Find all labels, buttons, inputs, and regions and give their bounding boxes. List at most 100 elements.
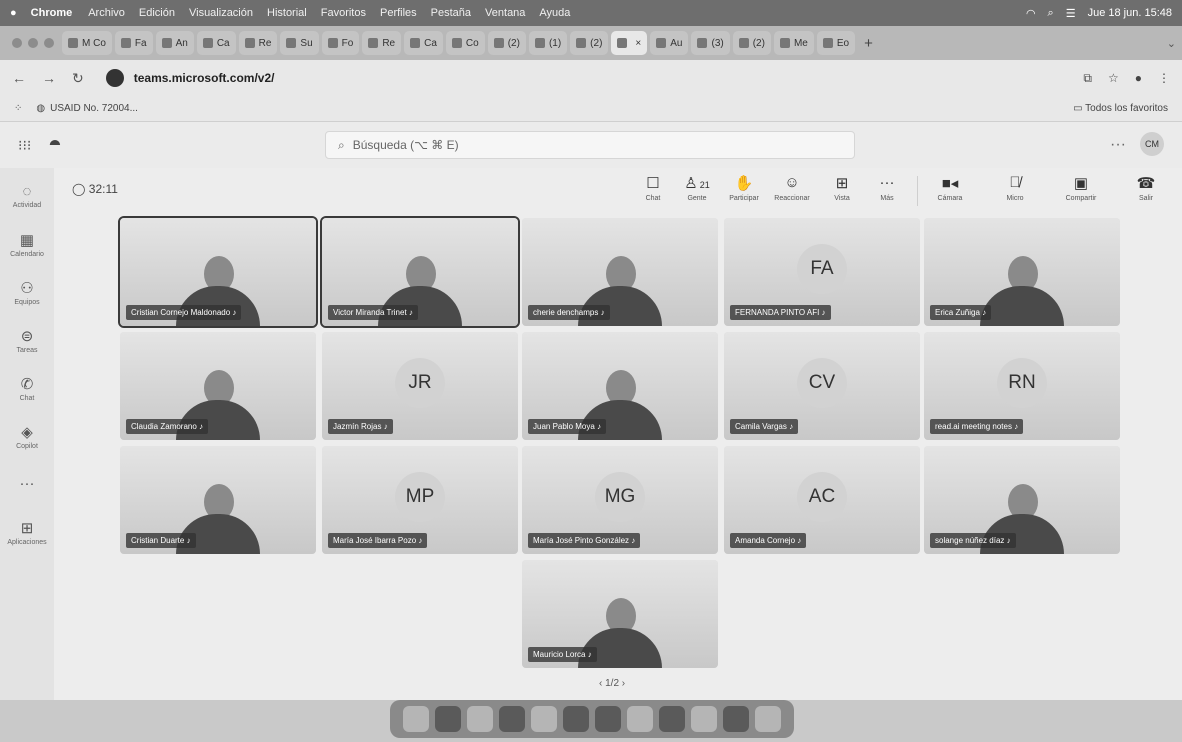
tab[interactable]: Su [280,31,319,55]
back-icon[interactable]: ← [12,70,26,86]
mic-button[interactable]: 🎙̸ Micro [989,174,1041,202]
menu-perfiles[interactable]: Perfiles [380,7,417,19]
trash-icon[interactable] [755,706,781,732]
rail-item-5[interactable]: ✆ Chat [0,364,54,412]
more-options-icon[interactable]: ··· [1110,136,1126,154]
people-button[interactable]: ♙ 21 Gente [671,174,723,202]
forward-icon[interactable]: → [42,70,56,86]
menu-historial[interactable]: Historial [267,7,307,19]
tab[interactable]: (2) [570,31,609,55]
chrome-icon[interactable] [499,706,525,732]
menu-ventana[interactable]: Ventana [485,7,525,19]
tab[interactable]: (2) [732,31,771,55]
app-icon[interactable] [723,706,749,732]
tab[interactable]: Fa [114,31,153,55]
app-launcher-icon[interactable]: ⁝⁝⁝ [18,137,31,154]
new-tab-button[interactable]: + [864,35,873,52]
tab-active[interactable]: × [611,31,648,55]
participant-tile[interactable]: RN read.ai meeting notes ♪ [924,332,1120,440]
participant-tile[interactable]: FA FERNANDA PINTO AFI ♪ [724,218,920,326]
react-button[interactable]: ☺ Reaccionar [766,174,818,202]
rail-item-4[interactable]: ⊜ Tareas [0,316,54,364]
raise-hand-button[interactable]: ✋ Participar [718,174,770,202]
install-app-icon[interactable]: ⧉ [1083,71,1092,86]
participant-tile[interactable]: JR Jazmín Rojas ♪ [322,332,518,440]
search-input[interactable]: ⌕ Búsqueda (⌥ ⌘ E) [325,131,855,159]
app-icon[interactable] [595,706,621,732]
all-bookmarks[interactable]: ▭ Todos los favoritos [1073,103,1168,114]
rail-item-2[interactable]: ▦ Calendario [0,220,54,268]
tab[interactable]: An [155,31,194,55]
participant-tile[interactable]: AC Amanda Cornejo ♪ [724,446,920,554]
url-field[interactable]: teams.microsoft.com/v2/ [134,71,275,85]
bookmark-item[interactable]: USAID No. 72004... [50,103,138,114]
rail-item-3[interactable]: ⚇ Equipos [0,268,54,316]
pager[interactable]: ‹ 1/2 › [599,678,625,689]
participant-tile[interactable]: CV Camila Vargas ♪ [724,332,920,440]
tab[interactable]: Re [238,31,278,55]
participant-tile[interactable]: MP María José Ibarra Pozo ♪ [322,446,518,554]
camera-button[interactable]: ■◂ Cámara [924,174,976,202]
tab[interactable]: Ca [404,31,443,55]
tab[interactable]: Au [650,31,689,55]
next-page-icon[interactable]: › [619,678,625,689]
control-center-icon[interactable]: ☰ [1066,7,1076,20]
tab[interactable]: (1) [528,31,568,55]
menu-ayuda[interactable]: Ayuda [539,7,570,19]
wifi-icon[interactable]: ◠ [1026,7,1036,20]
app-icon[interactable] [627,706,653,732]
participant-tile[interactable]: Claudia Zamorano ♪ [120,332,316,440]
tab[interactable]: Me [773,31,814,55]
participant-tile[interactable]: Mauricio Lorca ♪ [522,560,718,668]
rail-item-6[interactable]: ◈ Copilot [0,412,54,460]
more-button[interactable]: ··· Más [861,174,913,202]
participant-tile[interactable]: Cristian Duarte ♪ [120,446,316,554]
search-icon[interactable]: ⌕ [1048,7,1054,20]
tab[interactable]: Fo [321,31,360,55]
menubar-app-name[interactable]: Chrome [31,7,73,19]
finder-icon[interactable] [403,706,429,732]
participant-tile[interactable]: solange núñez díaz ♪ [924,446,1120,554]
safari-icon[interactable] [467,706,493,732]
app-icon[interactable] [691,706,717,732]
avatar[interactable]: CM [1140,132,1164,156]
share-button[interactable]: ▣ Compartir [1055,174,1107,202]
rail-item-8[interactable]: ⊞ Aplicaciones [0,508,54,556]
bookmark-star-icon[interactable]: ☆ [1108,71,1119,86]
minimize-window-icon[interactable] [28,38,38,48]
participant-tile[interactable]: Victor Miranda Trinet ♪ [320,216,520,328]
participant-tile[interactable]: Erica Zuñiga ♪ [924,218,1120,326]
close-tab-icon[interactable]: × [635,38,641,49]
reload-icon[interactable]: ↻ [72,70,84,87]
rail-item-7[interactable]: ··· [0,460,54,508]
leave-button[interactable]: ☎ Salir [1120,174,1172,202]
tab[interactable]: Eo [816,31,856,55]
menu-favoritos[interactable]: Favoritos [321,7,366,19]
tab[interactable]: (2) [487,31,526,55]
menu-visualizacion[interactable]: Visualización [189,7,253,19]
notes-icon[interactable] [531,706,557,732]
tab[interactable]: Ca [196,31,236,55]
app-icon[interactable] [563,706,589,732]
launchpad-icon[interactable] [435,706,461,732]
participant-tile[interactable]: Cristian Cornejo Maldonado ♪ [118,216,318,328]
tab[interactable]: Co [445,31,485,55]
menu-pestana[interactable]: Pestaña [431,7,471,19]
rail-item-1[interactable]: ◌ Actividad [0,172,54,220]
tab[interactable]: Re [362,31,402,55]
profile-icon[interactable]: ● [1135,71,1142,86]
site-info-icon[interactable] [105,69,124,87]
apple-icon[interactable]: ● [10,7,17,19]
participant-tile[interactable]: cherie denchamps ♪ [522,218,718,326]
tab[interactable]: M Co [62,31,112,55]
menu-archivo[interactable]: Archivo [88,7,125,19]
menubar-clock[interactable]: Jue 18 jun. 15:48 [1088,7,1172,19]
zoom-window-icon[interactable] [44,38,54,48]
menu-edicion[interactable]: Edición [139,7,175,19]
tab-search-icon[interactable]: ⌄ [1167,37,1176,50]
participant-tile[interactable]: MG María José Pinto González ♪ [522,446,718,554]
close-window-icon[interactable] [12,38,22,48]
participant-tile[interactable]: Juan Pablo Moya ♪ [522,332,718,440]
apps-grid-icon[interactable]: ⁘ [14,103,22,114]
chrome-menu-icon[interactable]: ⋮ [1158,71,1170,86]
